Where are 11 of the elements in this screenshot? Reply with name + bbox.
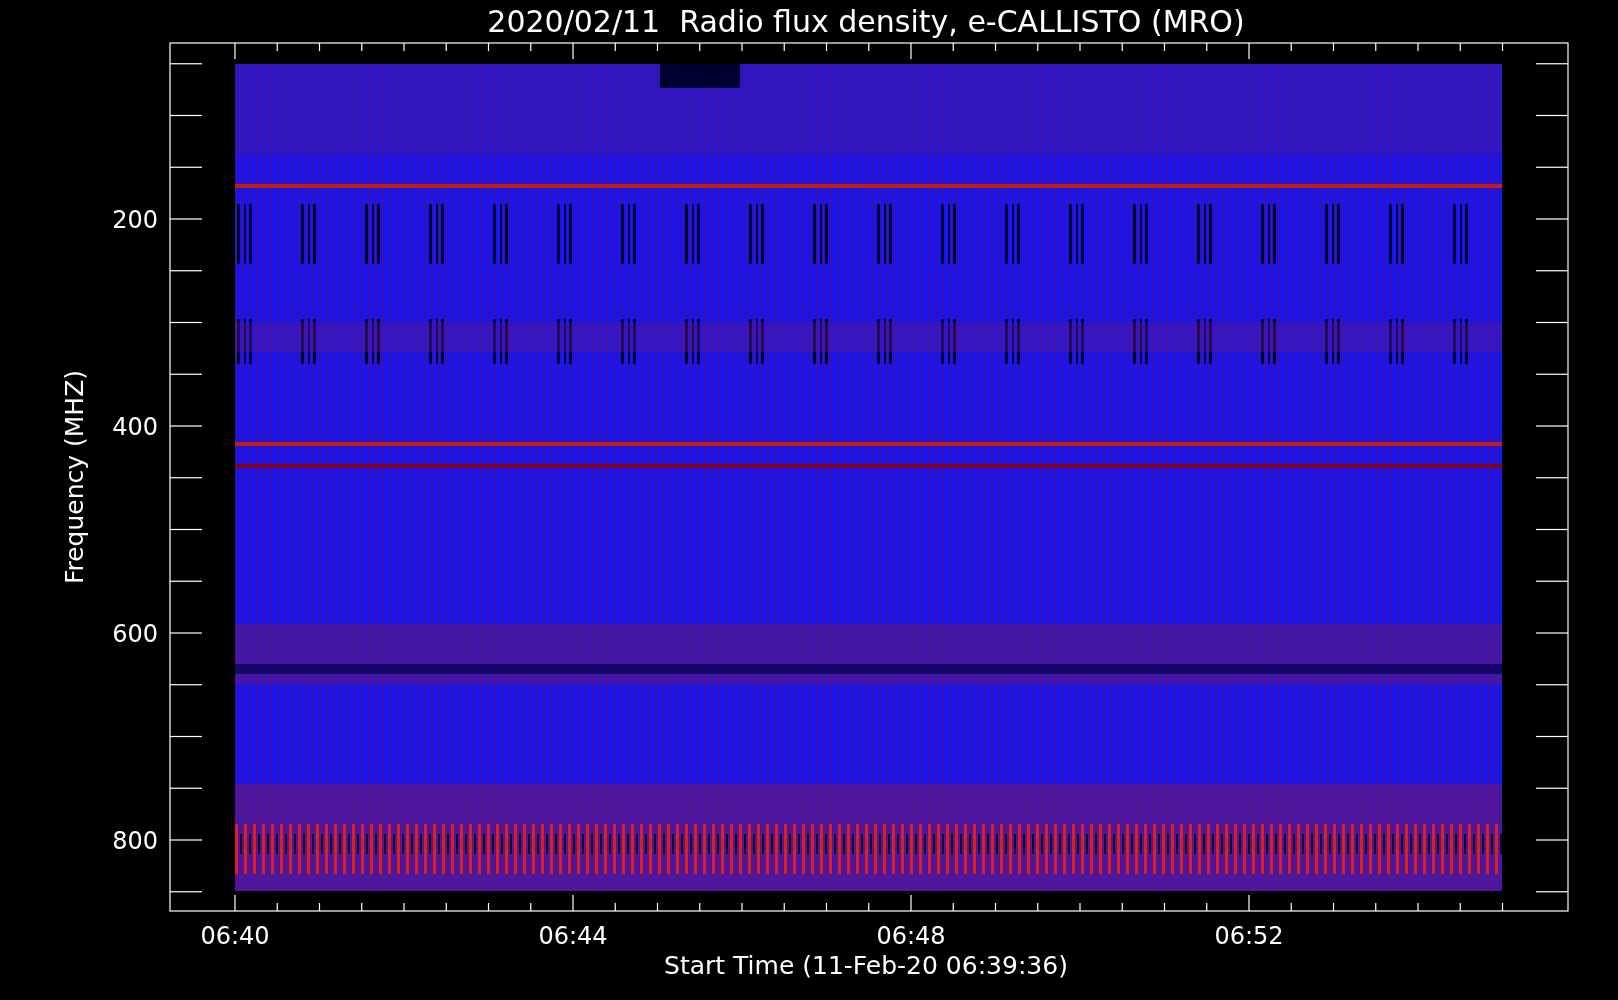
x-tick-label: 06:52 [1214, 922, 1284, 950]
x-axis-label: Start Time (11-Feb-20 06:39:36) [664, 951, 1068, 980]
y-tick-label: 200 [112, 206, 158, 234]
x-tick-label: 06:44 [538, 922, 608, 950]
x-tick-label: 06:48 [876, 922, 946, 950]
chart-title: 2020/02/11 Radio flux density, e-CALLISTO (MRO) [487, 4, 1245, 39]
x-tick-label: 06:40 [200, 922, 270, 950]
y-tick-label: 400 [112, 413, 158, 441]
y-axis-label: Frequency (MHZ) [60, 369, 89, 585]
y-tick-label: 800 [112, 827, 158, 855]
y-tick-label: 600 [112, 620, 158, 648]
